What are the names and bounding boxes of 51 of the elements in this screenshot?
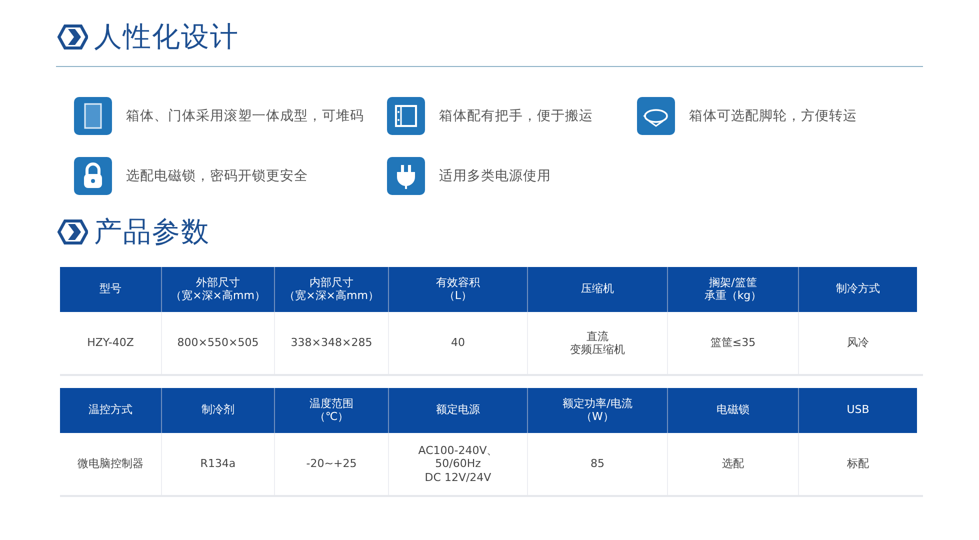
chevron-logo-icon [56, 24, 88, 50]
feature-text: 选配电磁锁，密码开锁更安全 [126, 167, 308, 185]
table-cell: R134a [161, 433, 274, 495]
header-text: 外部尺寸 [196, 276, 240, 290]
header-cell: 制冷剂 [161, 388, 274, 433]
header-cell: USB [798, 388, 917, 433]
table-cell: 篮筐≤35 [667, 312, 798, 374]
header-text: （宽×深×高mm） [170, 290, 266, 302]
header-text: （宽×深×高mm） [284, 290, 379, 302]
table-cell: 选配 [667, 433, 798, 495]
section-title: 人性化设计 [94, 19, 239, 55]
cell-text: AC100-240V、 [418, 444, 498, 458]
lock-icon [74, 157, 112, 195]
table-cell: 338×348×285 [274, 312, 388, 374]
plug-icon [387, 157, 425, 195]
cell-text: 直流 [586, 330, 608, 343]
section-title: 产品参数 [94, 214, 210, 250]
header-text: （℃） [314, 410, 349, 424]
header-text: 承重（kg） [704, 290, 762, 302]
cell-text: 50/60Hz [435, 457, 481, 471]
table-cell-text: 微电脑控制器 [76, 456, 144, 472]
feature-text: 箱体、门体采用滚塑一体成型，可堆码 [126, 107, 364, 125]
panel-icon [74, 97, 112, 135]
table-cell: -20~+25 [274, 433, 388, 495]
table-cell: 风冷 [798, 312, 917, 374]
header-text: 有效容积 [436, 276, 480, 290]
header-text: （L） [444, 290, 472, 302]
header-cell: 电磁锁 [667, 388, 798, 433]
table-cell: 40 [388, 312, 527, 374]
table-cell: 85 [527, 433, 667, 495]
wheel-icon [637, 97, 675, 135]
table-cell: 800×550×505 [161, 312, 274, 374]
feature-text: 适用多类电源使用 [439, 167, 551, 185]
header-cell: 温控方式 [60, 388, 161, 433]
table-cell-text: HZY-40Z [86, 335, 135, 352]
header-text: 内部尺寸 [310, 276, 354, 290]
feature-text: 箱体可选配脚轮，方便转运 [689, 107, 857, 125]
header-cell: 额定电源 [388, 388, 527, 433]
header-cell: 压缩机 [527, 267, 667, 312]
cabinet-handle-icon [387, 97, 425, 135]
header-text: 温度范围 [310, 398, 354, 410]
header-text: （W） [581, 410, 614, 424]
feature-text: 箱体配有把手，便于搬运 [439, 107, 593, 125]
header-text: 搁架/篮筐 [709, 276, 757, 290]
header-cell: 型号 [60, 267, 161, 312]
table-cell: 标配 [798, 433, 917, 495]
header-text: 额定功率/电流 [562, 398, 632, 410]
cell-text: 变频压缩机 [570, 343, 625, 356]
cell-text: DC 12V/24V [424, 470, 492, 484]
chevron-logo-icon [56, 219, 88, 245]
header-cell: 制冷方式 [798, 267, 917, 312]
